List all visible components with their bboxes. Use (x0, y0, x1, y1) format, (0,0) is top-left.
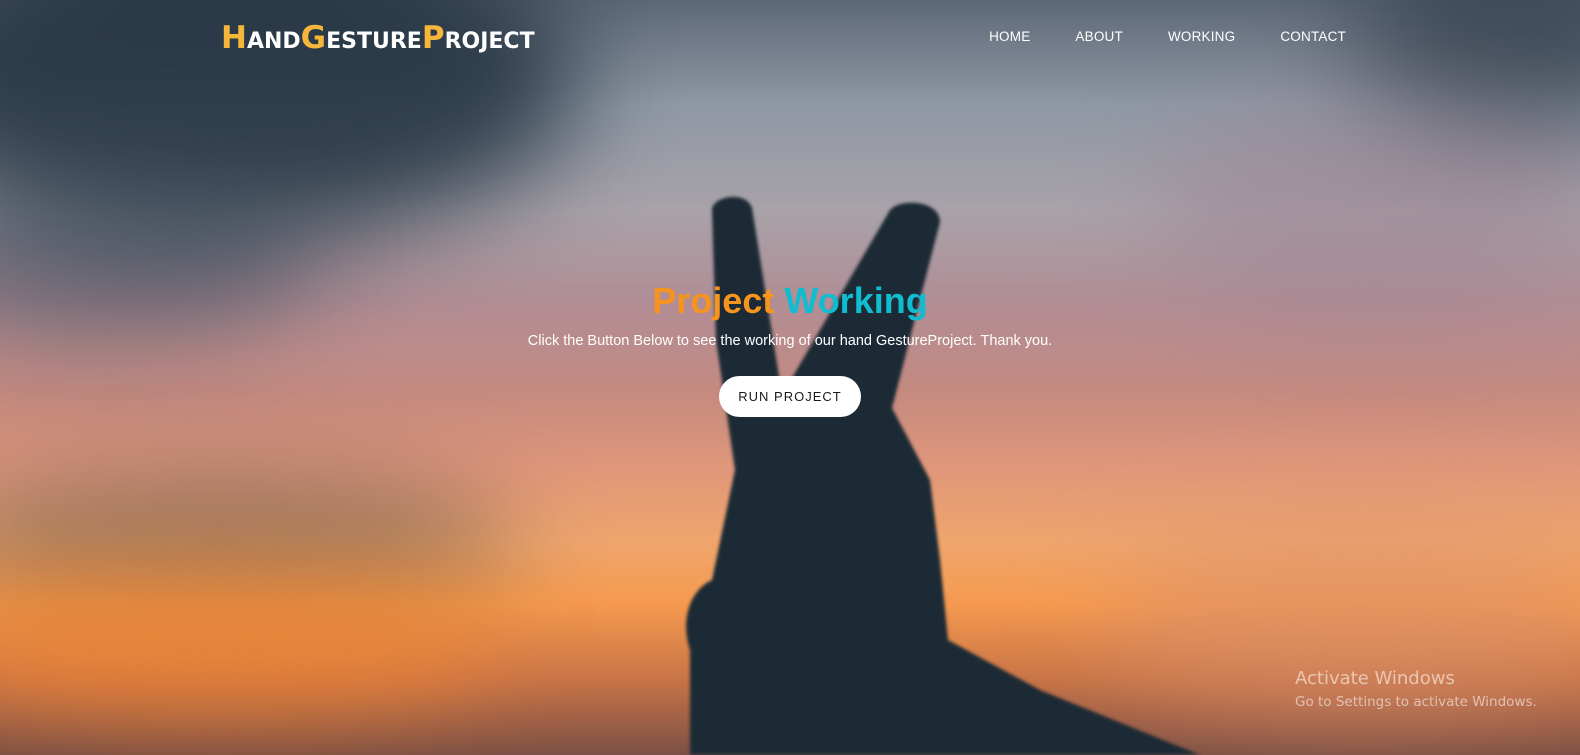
logo-letter-p: P (421, 20, 445, 56)
site-logo[interactable]: HANDGESTUREPROJECT (221, 20, 535, 56)
hero-title-word-project: Project (652, 280, 775, 321)
logo-letter-g: G (300, 20, 327, 56)
navbar: HANDGESTUREPROJECT HOME ABOUT WORKING CO… (0, 0, 1580, 76)
nav-link-contact[interactable]: CONTACT (1280, 29, 1346, 44)
nav-link-about[interactable]: ABOUT (1075, 29, 1123, 44)
activate-windows-watermark: Activate Windows Go to Settings to activ… (1295, 668, 1537, 710)
hero-title: Project Working (0, 277, 1580, 325)
nav-link-home[interactable]: HOME (989, 29, 1030, 44)
run-project-button[interactable]: RUN PROJECT (719, 376, 861, 417)
nav-link-working[interactable]: WORKING (1168, 29, 1235, 44)
landing-page: HANDGESTUREPROJECT HOME ABOUT WORKING CO… (0, 0, 1580, 755)
logo-text-and: AND (246, 29, 301, 54)
nav-menu: HOME ABOUT WORKING CONTACT (944, 29, 1346, 44)
hero-content: Project Working Click the Button Below t… (0, 277, 1580, 417)
watermark-subtitle: Go to Settings to activate Windows. (1295, 694, 1537, 710)
watermark-title: Activate Windows (1295, 668, 1455, 689)
logo-text-roject: ROJECT (444, 29, 535, 54)
hero-title-word-working: Working (784, 280, 928, 321)
logo-text-esture: ESTURE (326, 29, 422, 54)
hero-subtitle: Click the Button Below to see the workin… (527, 333, 1053, 349)
logo-letter-h: H (221, 20, 247, 56)
